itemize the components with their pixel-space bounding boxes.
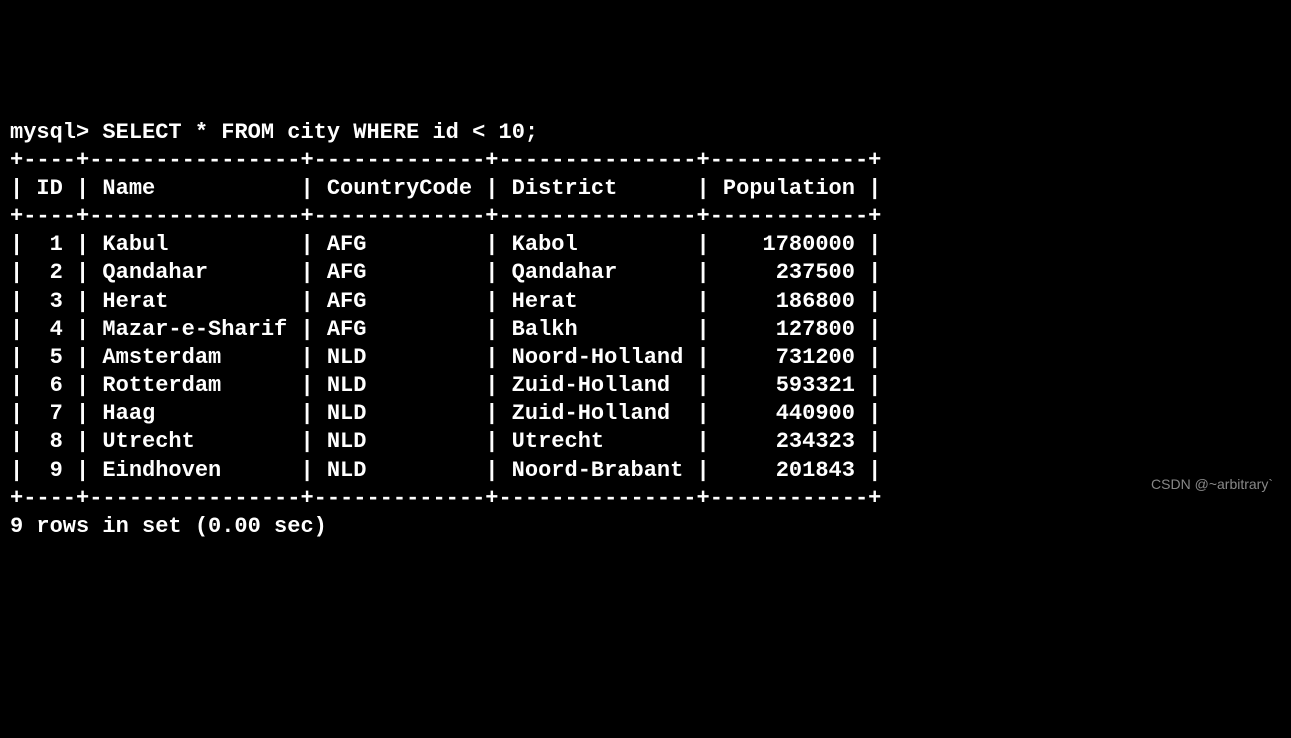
table-border-bottom: +----+----------------+-------------+---… — [10, 486, 881, 511]
sql-query: SELECT * FROM city WHERE id < 10; — [102, 120, 538, 145]
table-row: | 6 | Rotterdam | NLD | Zuid-Holland | 5… — [10, 373, 881, 398]
table-row: | 8 | Utrecht | NLD | Utrecht | 234323 | — [10, 429, 881, 454]
table-row: | 4 | Mazar-e-Sharif | AFG | Balkh | 127… — [10, 317, 881, 342]
table-header: | ID | Name | CountryCode | District | P… — [10, 176, 881, 201]
result-footer: 9 rows in set (0.00 sec) — [10, 514, 327, 539]
table-row: | 9 | Eindhoven | NLD | Noord-Brabant | … — [10, 458, 881, 483]
terminal-output: mysql> SELECT * FROM city WHERE id < 10;… — [10, 119, 1281, 541]
watermark: CSDN @~arbitrary` — [1151, 476, 1273, 494]
table-row: | 7 | Haag | NLD | Zuid-Holland | 440900… — [10, 401, 881, 426]
table-border-mid: +----+----------------+-------------+---… — [10, 204, 881, 229]
mysql-prompt: mysql> — [10, 120, 102, 145]
table-row: | 1 | Kabul | AFG | Kabol | 1780000 | — [10, 232, 881, 257]
table-row: | 2 | Qandahar | AFG | Qandahar | 237500… — [10, 260, 881, 285]
table-border-top: +----+----------------+-------------+---… — [10, 148, 881, 173]
table-row: | 3 | Herat | AFG | Herat | 186800 | — [10, 289, 881, 314]
table-row: | 5 | Amsterdam | NLD | Noord-Holland | … — [10, 345, 881, 370]
